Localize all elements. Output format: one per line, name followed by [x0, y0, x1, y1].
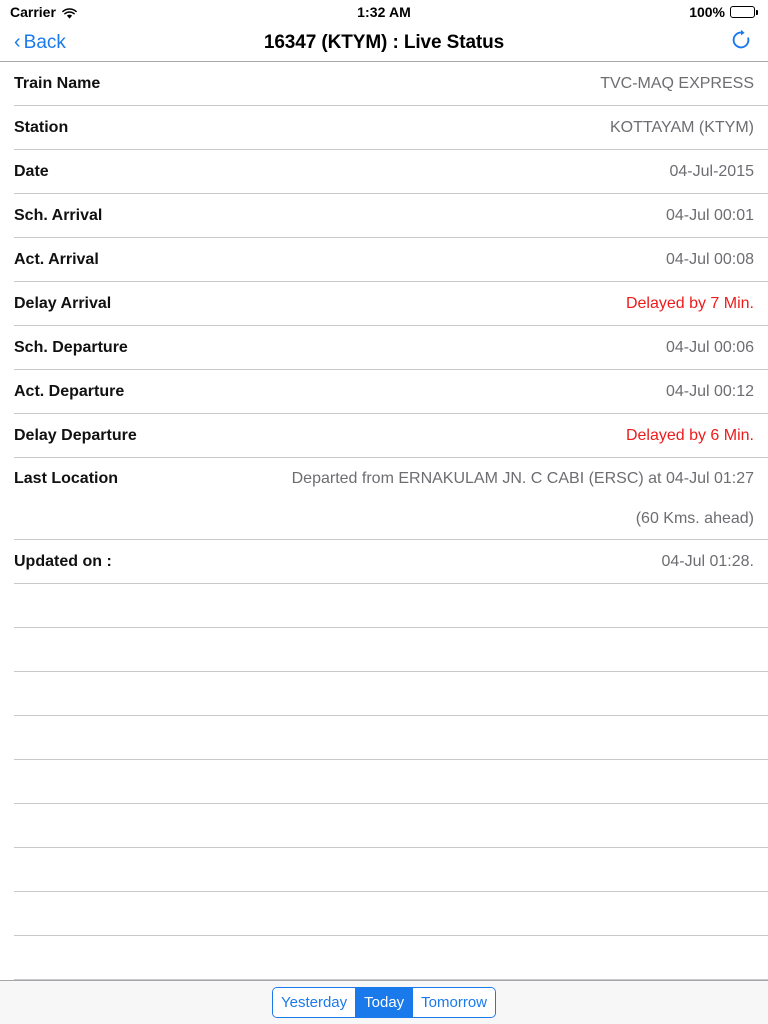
app-screen: Carrier 1:32 AM 100% ‹ Back 16347 (KTYM)… — [0, 0, 768, 1024]
row-label: Date — [14, 163, 49, 180]
row-value: 04-Jul 00:01 — [665, 207, 754, 224]
carrier-label: Carrier — [10, 4, 56, 20]
bottom-toolbar: Yesterday Today Tomorrow — [0, 980, 768, 1024]
row-label: Station — [14, 119, 69, 136]
refresh-button[interactable] — [728, 29, 754, 56]
battery-full-icon — [730, 6, 758, 18]
row-value: 04-Jul 01:28. — [661, 553, 754, 570]
row-value-last-location: Departed from ERNAKULAM JN. C CABI (ERSC… — [292, 468, 754, 530]
table-row: Sch. Arrival 04-Jul 00:01 — [0, 194, 768, 238]
segment-yesterday[interactable]: Yesterday — [272, 988, 357, 1017]
table-row-empty — [0, 848, 768, 892]
row-label: Updated on : — [14, 553, 112, 570]
row-label: Sch. Departure — [14, 339, 128, 356]
table-row: Act. Departure 04-Jul 00:12 — [0, 370, 768, 414]
row-label: Sch. Arrival — [14, 207, 103, 224]
wifi-icon — [62, 7, 77, 19]
segment-tomorrow[interactable]: Tomorrow — [413, 988, 496, 1017]
table-row-empty — [0, 804, 768, 848]
row-value-delay: Delayed by 6 Min. — [625, 427, 754, 444]
row-value: 04-Jul-2015 — [669, 163, 755, 180]
row-value: 04-Jul 00:12 — [665, 383, 754, 400]
row-value: 04-Jul 00:06 — [665, 339, 754, 356]
status-bar-right: 100% — [411, 4, 758, 20]
page-title: 16347 (KTYM) : Live Status — [263, 31, 505, 53]
row-label: Delay Arrival — [14, 295, 112, 312]
row-label: Act. Departure — [14, 383, 125, 400]
row-value-delay: Delayed by 7 Min. — [625, 295, 754, 312]
table-row: Date 04-Jul-2015 — [0, 150, 768, 194]
last-location-line-1: Departed from ERNAKULAM JN. C CABI (ERSC… — [291, 470, 754, 487]
table-row-delay-departure: Delay Departure Delayed by 6 Min. — [0, 414, 768, 458]
table-row-updated-on: Updated on : 04-Jul 01:28. — [0, 540, 768, 584]
table-row-delay-arrival: Delay Arrival Delayed by 7 Min. — [0, 282, 768, 326]
refresh-icon — [730, 29, 752, 56]
table-row: Train Name TVC-MAQ EXPRESS — [0, 62, 768, 106]
back-button-label: Back — [23, 31, 66, 53]
table-row-empty — [0, 760, 768, 804]
status-bar-left: Carrier — [10, 4, 357, 20]
table-row: Act. Arrival 04-Jul 00:08 — [0, 238, 768, 282]
table-row-empty — [0, 716, 768, 760]
back-button[interactable]: ‹ Back — [14, 32, 66, 54]
last-location-line-2: (60 Kms. ahead) — [635, 510, 754, 527]
segment-today[interactable]: Today — [356, 988, 414, 1017]
row-label: Delay Departure — [14, 427, 137, 444]
table-row-empty — [0, 672, 768, 716]
details-table: Train Name TVC-MAQ EXPRESS Station KOTTA… — [0, 62, 768, 980]
row-label: Act. Arrival — [14, 251, 99, 268]
table-row: Station KOTTAYAM (KTYM) — [0, 106, 768, 150]
table-row: Sch. Departure 04-Jul 00:06 — [0, 326, 768, 370]
table-row-empty — [0, 584, 768, 628]
row-value: 04-Jul 00:08 — [665, 251, 754, 268]
row-label: Last Location — [14, 470, 119, 487]
table-row-last-location: Last Location Departed from ERNAKULAM JN… — [0, 458, 768, 540]
row-value: TVC-MAQ EXPRESS — [600, 75, 754, 92]
row-value: KOTTAYAM (KTYM) — [610, 119, 754, 136]
table-row-empty — [0, 892, 768, 936]
table-row-empty — [0, 936, 768, 980]
day-segmented-control[interactable]: Yesterday Today Tomorrow — [271, 987, 497, 1018]
table-row-empty — [0, 628, 768, 672]
battery-percent-label: 100% — [689, 4, 725, 20]
row-label: Train Name — [14, 75, 101, 92]
status-bar-clock: 1:32 AM — [357, 4, 411, 20]
chevron-left-icon: ‹ — [14, 30, 21, 53]
navigation-bar: ‹ Back 16347 (KTYM) : Live Status — [0, 24, 768, 62]
status-bar: Carrier 1:32 AM 100% — [0, 0, 768, 24]
